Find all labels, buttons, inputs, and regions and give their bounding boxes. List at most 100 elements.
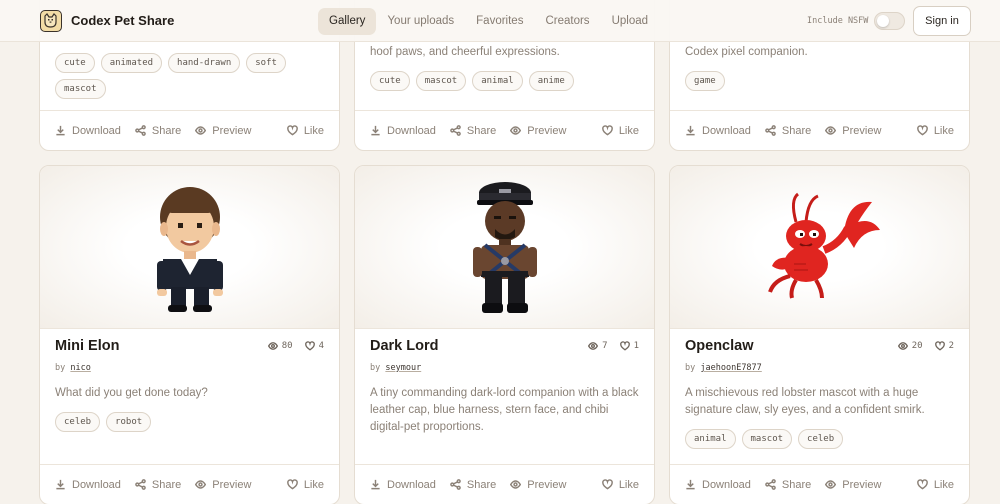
tag-chip[interactable]: celeb	[798, 429, 844, 449]
nav-favorites[interactable]: Favorites	[465, 8, 534, 35]
like-count-value: 4	[318, 341, 324, 351]
gallery-grid: cute animated hand-drawn soft mascot Dow…	[39, 0, 971, 504]
pet-sprite-openclaw	[767, 192, 880, 299]
preview-button[interactable]: Preview	[510, 125, 566, 137]
sign-in-button[interactable]: Sign in	[913, 6, 971, 36]
share-label: Share	[466, 124, 497, 137]
download-button[interactable]: Download	[55, 479, 121, 491]
pet-artwork[interactable]	[40, 166, 339, 329]
download-label: Download	[72, 124, 121, 137]
download-icon	[371, 125, 380, 136]
like-label: Like	[303, 478, 324, 491]
pet-artwork[interactable]	[355, 166, 654, 329]
like-button[interactable]: Like	[286, 478, 324, 491]
tag-list: animal mascot celeb	[685, 429, 954, 449]
nav-creators[interactable]: Creators	[534, 8, 600, 35]
pet-name[interactable]: Openclaw	[685, 338, 754, 354]
like-button[interactable]: Like	[601, 479, 639, 491]
pet-name[interactable]: Dark Lord	[370, 338, 439, 354]
share-button[interactable]: Share	[135, 125, 181, 137]
author-link[interactable]: nico	[70, 363, 90, 373]
pet-card[interactable]: Openclaw 20 2 by jaehoonE7877 A mischiev…	[669, 165, 970, 504]
preview-button[interactable]: Preview	[825, 125, 881, 137]
eye-icon	[825, 480, 837, 489]
tag-chip[interactable]: mascot	[415, 71, 467, 91]
view-count-value: 80	[281, 341, 293, 351]
preview-label: Preview	[842, 124, 882, 137]
tag-chip[interactable]: cute	[55, 53, 95, 73]
share-icon	[135, 479, 146, 490]
tag-chip[interactable]: celeb	[55, 412, 101, 432]
card-description: hoof paws, and cheerful expressions.	[370, 46, 560, 58]
download-icon	[56, 479, 65, 490]
share-button[interactable]: Share	[450, 479, 496, 491]
download-button[interactable]: Download	[55, 125, 121, 137]
dog-face-icon	[44, 13, 57, 28]
by-label: by	[55, 363, 66, 373]
by-label: by	[370, 363, 381, 373]
preview-button[interactable]: Preview	[510, 479, 566, 491]
by-label: by	[685, 363, 696, 373]
tag-chip[interactable]: hand-drawn	[168, 53, 241, 73]
share-button[interactable]: Share	[765, 125, 811, 137]
eye-icon	[195, 126, 207, 135]
heart-icon	[934, 341, 945, 351]
pet-name[interactable]: Mini Elon	[55, 338, 119, 354]
preview-button[interactable]: Preview	[195, 479, 251, 491]
card-actions: Download Share Preview Like	[40, 464, 339, 504]
tag-chip[interactable]: mascot	[741, 429, 793, 449]
nav-upload[interactable]: Upload	[601, 8, 659, 35]
preview-button[interactable]: Preview	[825, 479, 881, 491]
tag-chip[interactable]: robot	[106, 412, 152, 432]
author-link[interactable]: jaehoonE7877	[700, 363, 761, 373]
tag-list: celeb robot	[55, 412, 324, 432]
eye-icon	[195, 480, 207, 489]
brand-name[interactable]: Codex Pet Share	[71, 13, 174, 28]
tag-chip[interactable]: soft	[246, 53, 286, 73]
download-icon	[56, 125, 65, 136]
like-count: 4	[304, 341, 324, 351]
download-label: Download	[72, 478, 121, 491]
nsfw-toggle[interactable]	[874, 12, 905, 30]
like-label: Like	[618, 124, 639, 137]
author-byline: by jaehoonE7877	[685, 363, 762, 373]
share-icon	[765, 479, 776, 490]
share-icon	[135, 125, 146, 136]
tag-chip[interactable]: game	[685, 71, 725, 91]
like-button[interactable]: Like	[916, 125, 954, 137]
pet-sprite-dark-lord	[472, 182, 537, 313]
tag-chip[interactable]: cute	[370, 71, 410, 91]
preview-label: Preview	[212, 478, 252, 491]
tag-chip[interactable]: animal	[472, 71, 523, 91]
nav-your-uploads[interactable]: Your uploads	[376, 8, 465, 35]
pet-artwork[interactable]	[670, 166, 969, 329]
tag-chip[interactable]: animated	[100, 53, 163, 73]
nav-gallery[interactable]: Gallery	[318, 8, 377, 35]
like-button[interactable]: Like	[286, 125, 324, 137]
tag-chip[interactable]: mascot	[55, 79, 106, 99]
share-button[interactable]: Share	[135, 479, 181, 491]
author-link[interactable]: seymour	[385, 363, 421, 373]
like-button[interactable]: Like	[916, 479, 954, 491]
like-button[interactable]: Like	[601, 124, 639, 137]
view-count: 20	[897, 341, 923, 351]
preview-label: Preview	[842, 478, 882, 491]
author-byline: by nico	[55, 363, 91, 373]
pet-card[interactable]: Mini Elon 80 4 by nico What did you get …	[39, 165, 340, 504]
pet-logo-icon[interactable]	[40, 10, 62, 32]
pet-card[interactable]: Dark Lord 7 1 by seymour A tiny commandi…	[354, 165, 655, 504]
heart-icon	[286, 125, 298, 136]
preview-button[interactable]: Preview	[195, 125, 251, 137]
download-button[interactable]: Download	[370, 125, 436, 137]
download-button[interactable]: Download	[685, 125, 751, 137]
view-count-value: 7	[602, 341, 608, 351]
download-button[interactable]: Download	[685, 479, 751, 491]
tag-chip[interactable]: animal	[685, 429, 736, 449]
share-icon	[450, 479, 461, 490]
share-button[interactable]: Share	[450, 125, 496, 137]
share-button[interactable]: Share	[765, 479, 811, 491]
tag-chip[interactable]: anime	[528, 71, 574, 91]
preview-label: Preview	[212, 124, 252, 137]
preview-label: Preview	[527, 478, 567, 491]
download-button[interactable]: Download	[370, 479, 436, 491]
